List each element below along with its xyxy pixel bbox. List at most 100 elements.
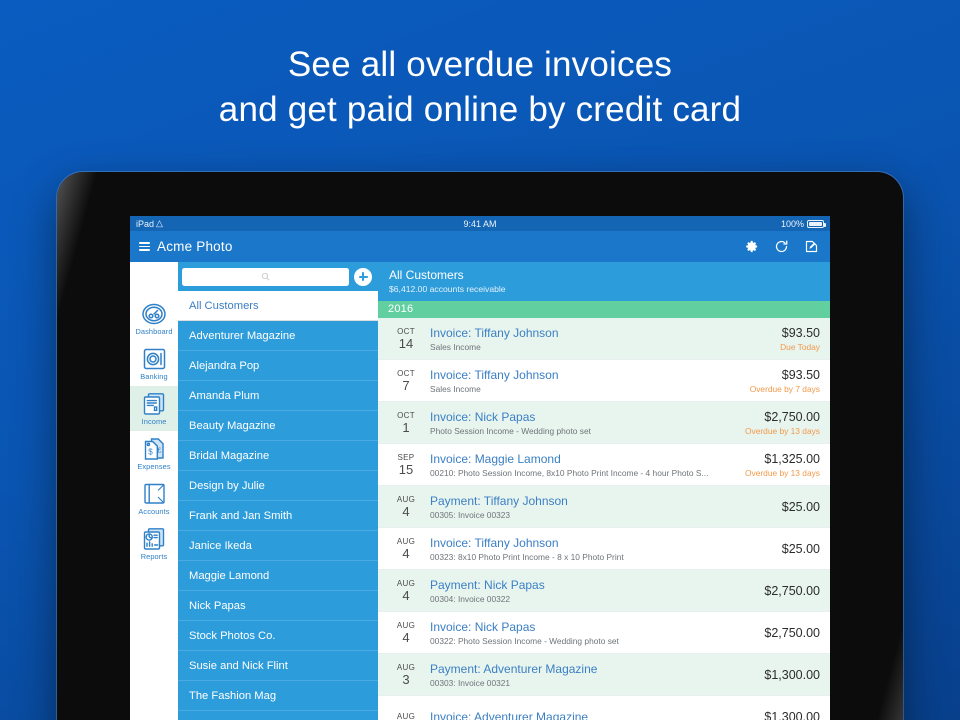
sidebar-item-label: Banking bbox=[140, 372, 168, 381]
transactions-header-title: All Customers bbox=[389, 268, 464, 282]
search-input[interactable] bbox=[182, 267, 349, 286]
transaction-title[interactable]: Invoice: Tiffany Johnson bbox=[430, 367, 744, 383]
table-row[interactable]: AUG Invoice: Adventurer Magazine $1,300.… bbox=[378, 696, 830, 720]
transaction-day: 15 bbox=[398, 462, 414, 477]
customer-list-item[interactable]: Design by Julie bbox=[178, 471, 378, 501]
transaction-amount: $1,300.00 bbox=[764, 667, 820, 682]
sidebar-item-label: Reports bbox=[140, 552, 168, 561]
transactions-panel: All Customers $6,412.00 accounts receiva… bbox=[378, 262, 830, 720]
settings-gear-icon[interactable] bbox=[744, 239, 759, 254]
transaction-date: AUG 3 bbox=[386, 662, 426, 687]
tablet-device: iPad △ 9:41 AM 100% Acme Photo Dashboard… bbox=[57, 172, 903, 720]
customer-list-item[interactable]: Stock Photos Co. bbox=[178, 621, 378, 651]
transaction-title[interactable]: Invoice: Nick Papas bbox=[430, 409, 739, 425]
transaction-title[interactable]: Invoice: Nick Papas bbox=[430, 619, 758, 635]
transaction-day: 4 bbox=[402, 504, 410, 519]
transaction-subtitle: Sales Income bbox=[430, 383, 481, 394]
customer-list-item[interactable]: All Customers bbox=[178, 291, 378, 321]
transaction-day: 1 bbox=[402, 420, 410, 435]
app-title: Acme Photo bbox=[157, 239, 233, 254]
app-title-bar: Acme Photo bbox=[130, 231, 830, 262]
sidebar-item-accounts[interactable]: Accounts bbox=[130, 476, 178, 521]
transaction-title[interactable]: Payment: Adventurer Magazine bbox=[430, 661, 758, 677]
transaction-subtitle: Sales Income bbox=[430, 341, 481, 352]
search-field-wrapper[interactable] bbox=[182, 267, 349, 286]
customer-name: Frank and Jan Smith bbox=[189, 509, 293, 522]
sidebar-item-reports[interactable]: Reports bbox=[130, 521, 178, 566]
status-badge: Due Today bbox=[780, 341, 820, 352]
customer-list-item[interactable]: Bridal Magazine bbox=[178, 441, 378, 471]
table-row[interactable]: OCT 7 Invoice: Tiffany Johnson Sales Inc… bbox=[378, 360, 830, 402]
customer-name: Janice Ikeda bbox=[189, 539, 252, 552]
customer-name: Nick Papas bbox=[189, 599, 246, 612]
customer-list-item[interactable]: Alejandra Pop bbox=[178, 351, 378, 381]
customer-name: Beauty Magazine bbox=[189, 419, 276, 432]
transaction-subtitle: 00303: Invoice 00321 bbox=[430, 677, 511, 688]
hamburger-menu-icon[interactable] bbox=[139, 242, 150, 251]
accounts-receivable-total: $6,412.00 accounts receivable bbox=[389, 284, 506, 294]
transaction-date: OCT 7 bbox=[386, 368, 426, 393]
sidebar-item-expenses[interactable]: $ £ Expenses bbox=[130, 431, 178, 476]
customer-list-item[interactable]: Amanda Plum bbox=[178, 381, 378, 411]
transaction-subtitle: 00210: Photo Session Income, 8x10 Photo … bbox=[430, 467, 709, 478]
customer-list-item[interactable]: The Fashion Mag bbox=[178, 681, 378, 711]
table-row[interactable]: SEP 15 Invoice: Maggie Lamond 00210: Pho… bbox=[378, 444, 830, 486]
sidebar-item-banking[interactable]: Banking bbox=[130, 341, 178, 386]
transaction-subtitle: Photo Session Income - Wedding photo set bbox=[430, 425, 591, 436]
customer-name: Bridal Magazine bbox=[189, 449, 270, 462]
customer-list-item[interactable]: Janice Ikeda bbox=[178, 531, 378, 561]
battery-full-icon bbox=[807, 219, 826, 228]
svg-text:$: $ bbox=[148, 448, 153, 457]
status-clock: 9:41 AM bbox=[463, 218, 497, 229]
customer-name: Adventurer Magazine bbox=[189, 329, 296, 342]
customer-list-item[interactable]: Beauty Magazine bbox=[178, 411, 378, 441]
transaction-amount: $2,750.00 bbox=[764, 409, 820, 424]
sidebar-item-label: Dashboard bbox=[135, 327, 173, 336]
customer-list-item[interactable]: Maggie Lamond bbox=[178, 561, 378, 591]
table-row[interactable]: OCT 14 Invoice: Tiffany Johnson Sales In… bbox=[378, 318, 830, 360]
battery-percent-label: 100% bbox=[780, 218, 804, 229]
add-customer-button[interactable] bbox=[354, 267, 372, 286]
status-badge: Overdue by 13 days bbox=[745, 467, 820, 478]
table-row[interactable]: AUG 4 Payment: Tiffany Johnson 00305: In… bbox=[378, 486, 830, 528]
transactions-header: All Customers $6,412.00 accounts receiva… bbox=[378, 262, 830, 301]
customer-list-item[interactable]: Nick Papas bbox=[178, 591, 378, 621]
customer-list-item[interactable]: Adventurer Magazine bbox=[178, 321, 378, 351]
table-row[interactable]: OCT 1 Invoice: Nick Papas Photo Session … bbox=[378, 402, 830, 444]
customer-name: Susie and Nick Flint bbox=[189, 659, 288, 672]
customer-name: Maggie Lamond bbox=[189, 569, 270, 582]
customer-name: All Customers bbox=[189, 299, 259, 312]
transaction-amount: $2,750.00 bbox=[764, 583, 820, 598]
transaction-title[interactable]: Invoice: Adventurer Magazine bbox=[430, 709, 758, 720]
customer-list-panel: All Customers Adventurer Magazine Alejan… bbox=[178, 262, 378, 720]
table-row[interactable]: AUG 3 Payment: Adventurer Magazine 00303… bbox=[378, 654, 830, 696]
sidebar-item-income[interactable]: Income bbox=[130, 386, 178, 431]
transaction-amount: $2,750.00 bbox=[764, 625, 820, 640]
transaction-day: 14 bbox=[398, 336, 414, 351]
refresh-icon[interactable] bbox=[774, 239, 789, 254]
transaction-amount: $25.00 bbox=[781, 541, 820, 556]
transaction-title[interactable]: Invoice: Tiffany Johnson bbox=[430, 535, 776, 551]
status-badge: Overdue by 7 days bbox=[749, 383, 820, 394]
transaction-subtitle: 00305: Invoice 00323 bbox=[430, 509, 511, 520]
transaction-title[interactable]: Payment: Nick Papas bbox=[430, 577, 758, 593]
transactions-list[interactable]: OCT 14 Invoice: Tiffany Johnson Sales In… bbox=[378, 318, 830, 720]
sidebar-item-dashboard[interactable]: Dashboard bbox=[130, 296, 178, 341]
transaction-day: 3 bbox=[402, 672, 410, 687]
table-row[interactable]: AUG 4 Invoice: Nick Papas 00322: Photo S… bbox=[378, 612, 830, 654]
status-bar: iPad △ 9:41 AM 100% bbox=[130, 216, 830, 231]
customer-name: Amanda Plum bbox=[189, 389, 260, 402]
transaction-date: AUG 4 bbox=[386, 494, 426, 519]
customer-list-item[interactable]: Susie and Nick Flint bbox=[178, 651, 378, 681]
tablet-screen: iPad △ 9:41 AM 100% Acme Photo Dashboard… bbox=[130, 216, 830, 720]
table-row[interactable]: AUG 4 Invoice: Tiffany Johnson 00323: 8x… bbox=[378, 528, 830, 570]
compose-icon[interactable] bbox=[804, 239, 819, 254]
transaction-title[interactable]: Invoice: Maggie Lamond bbox=[430, 451, 739, 467]
customer-name: Design by Julie bbox=[189, 479, 265, 492]
transaction-title[interactable]: Payment: Tiffany Johnson bbox=[430, 493, 776, 509]
transaction-day: 4 bbox=[402, 546, 410, 561]
transaction-amount: $25.00 bbox=[781, 499, 820, 514]
table-row[interactable]: AUG 4 Payment: Nick Papas 00304: Invoice… bbox=[378, 570, 830, 612]
customer-list-item[interactable]: Frank and Jan Smith bbox=[178, 501, 378, 531]
transaction-title[interactable]: Invoice: Tiffany Johnson bbox=[430, 325, 774, 341]
